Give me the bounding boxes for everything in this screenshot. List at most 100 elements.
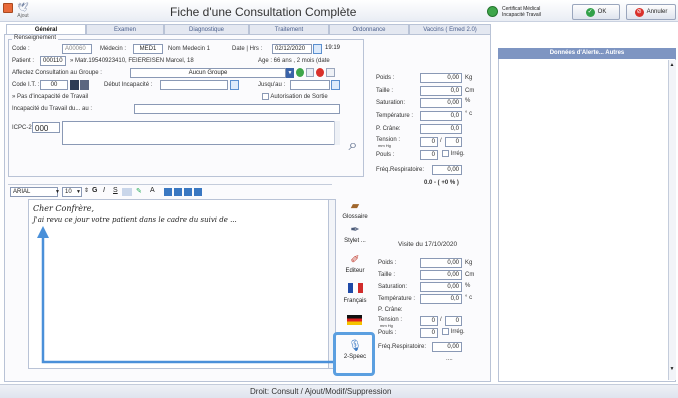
app-logo-icon — [3, 3, 13, 13]
justify-icon[interactable] — [194, 188, 202, 196]
book-icon[interactable] — [70, 80, 79, 90]
age-info: Age : 66 ans , 2 mois (date — [258, 58, 330, 64]
alert-panel-header: Données d'Alerte... Autres — [498, 48, 676, 59]
tab-vaccins[interactable]: Vaccins ( Emed 2.0) — [409, 24, 491, 34]
imc-value: 0.0 - ( +0 % ) — [424, 180, 459, 186]
temperature-field[interactable]: 0,0 — [420, 111, 462, 121]
taille-field[interactable]: 0,0 — [420, 86, 462, 96]
eraser-icon: ✐ — [350, 254, 360, 266]
visit-poids-field[interactable]: 0,00 — [420, 258, 462, 268]
visit-saturation-field[interactable]: 0,00 — [420, 282, 462, 292]
chevron-down-icon[interactable]: ▼ — [55, 189, 60, 195]
tab-general[interactable]: Général — [6, 24, 86, 34]
incapacite-du-field[interactable] — [134, 104, 340, 114]
page-title: Fiche d'une Consultation Complète — [170, 5, 357, 19]
search-icon[interactable]: ⌕ — [343, 136, 363, 156]
icpc-code-field[interactable]: 000 — [32, 122, 60, 133]
visit-irreg-checkbox[interactable]: Irrég. — [442, 328, 465, 335]
align-center-icon[interactable] — [174, 188, 182, 196]
francais-button[interactable]: Français — [338, 283, 372, 304]
checkbox[interactable] — [262, 93, 269, 100]
tab-ordonnance[interactable]: Ordonnance — [329, 24, 409, 34]
underline-button[interactable]: S — [113, 187, 118, 194]
medecin-field[interactable]: MED1 — [133, 44, 163, 54]
scroll-up-icon[interactable]: ▲ — [668, 62, 676, 70]
saturation-field[interactable]: 0,00 — [420, 98, 462, 108]
visit-temperature-field[interactable]: 0,0 — [420, 294, 462, 304]
annotation-arrow — [37, 226, 336, 364]
checkbox[interactable] — [442, 150, 449, 157]
heure-field[interactable]: 19:19 — [323, 44, 343, 54]
cancel-icon: ⊘ — [634, 7, 644, 17]
stylus-icon: ✒ — [350, 224, 360, 236]
comment-icon[interactable] — [326, 68, 335, 77]
tab-examen[interactable]: Examen — [86, 24, 164, 34]
debut-incapacite-field[interactable] — [160, 80, 228, 90]
editeur-button[interactable]: ✐ Editeur — [338, 254, 372, 274]
groupe-select[interactable]: Aucun Groupe — [130, 68, 286, 78]
renseignement-legend: Renseignement — [12, 35, 59, 41]
pas-incapacite-text: » Pas d'incapacité de Travail — [12, 94, 89, 100]
add-group-icon[interactable] — [296, 68, 304, 77]
check-icon: ✓ — [585, 7, 595, 17]
alert-panel — [498, 48, 676, 382]
calendar-icon[interactable] — [230, 80, 239, 90]
font-select[interactable]: ARIAL — [10, 187, 58, 197]
certificate-icon — [487, 6, 498, 17]
german-flag-icon[interactable] — [347, 315, 362, 325]
chevron-down-icon[interactable]: ▼ — [76, 189, 81, 195]
patient-info: » Matr.19540923410, FEIEREISEN Marcel, 1… — [70, 58, 194, 64]
certificat-button[interactable]: Certificat Médical Incapacité Travail — [487, 3, 567, 20]
speech-button[interactable]: 🎙 2-Speec — [338, 340, 372, 360]
visit-pouls-field[interactable]: 0 — [420, 328, 438, 338]
microphone-icon: 🎙 — [348, 340, 362, 352]
font-size-stepper-icon[interactable]: ⇕ — [84, 187, 89, 194]
checkbox[interactable] — [442, 328, 449, 335]
autorisation-checkbox[interactable]: Autorisation de Sortie — [262, 93, 328, 100]
visit-freq-respiratoire-field[interactable]: 0,00 — [432, 342, 462, 352]
pen-color-icon[interactable]: ✎ — [136, 187, 142, 195]
scroll-down-icon[interactable]: ▼ — [668, 366, 676, 374]
bold-button[interactable]: G — [92, 187, 97, 194]
tension-systolique-field[interactable]: 0 — [420, 137, 438, 147]
text-color-icon[interactable]: A — [150, 187, 155, 194]
stylet-button[interactable]: ✒ Stylet ... — [338, 224, 372, 244]
icpc-description-field[interactable] — [62, 121, 340, 145]
crane-field[interactable]: 0,0 — [420, 124, 462, 134]
alert-panel-scrollbar[interactable] — [668, 60, 676, 380]
patient-code-field[interactable]: 000110 — [40, 56, 66, 66]
visit-tension-systolique-field[interactable]: 0 — [420, 316, 438, 326]
calendar-icon[interactable] — [331, 80, 340, 90]
glossaire-button[interactable]: ▰ Glossaire — [338, 200, 372, 220]
annuler-button[interactable]: ⊘ Annuler — [626, 4, 676, 20]
italic-button[interactable]: I — [103, 187, 105, 194]
visit-taille-field[interactable]: 0,00 — [420, 270, 462, 280]
align-left-icon[interactable] — [164, 188, 172, 196]
code-field[interactable]: A00060 — [62, 44, 92, 54]
visit-title: Visite du 17/10/2020 — [398, 241, 458, 248]
irreg-checkbox[interactable]: Irrég. — [442, 150, 465, 157]
delete-group-icon[interactable] — [316, 68, 324, 77]
editor-line-1: Cher Confrère, — [33, 204, 95, 213]
tab-traitement[interactable]: Traitement — [249, 24, 329, 34]
chevron-down-icon[interactable]: ▼ — [286, 68, 294, 78]
list-icon[interactable] — [306, 68, 314, 77]
calendar-icon[interactable] — [313, 44, 322, 54]
freq-respiratoire-field[interactable]: 0,00 — [432, 165, 462, 175]
icpc-scrollbar[interactable] — [334, 121, 340, 145]
highlight-icon[interactable] — [122, 188, 132, 196]
visit-tension-diastolique-field[interactable]: 0 — [445, 316, 462, 326]
poids-field[interactable]: 0,00 — [420, 73, 462, 83]
code-it-field[interactable]: 00 — [40, 80, 68, 90]
french-flag-icon — [338, 283, 372, 296]
nom-medecin: Nom Medecin 1 — [168, 46, 211, 52]
date-field[interactable]: 02/12/2020 — [272, 44, 312, 54]
jusquau-field[interactable] — [290, 80, 330, 90]
glossary-icon: ▰ — [350, 200, 360, 212]
tab-diagnostique[interactable]: Diagnostique — [164, 24, 249, 34]
ok-button[interactable]: ✓ OK — [572, 4, 620, 20]
tension-diastolique-field[interactable]: 0 — [445, 137, 462, 147]
align-right-icon[interactable] — [184, 188, 192, 196]
binoculars-icon[interactable] — [80, 80, 89, 90]
pouls-field[interactable]: 0 — [420, 150, 438, 160]
